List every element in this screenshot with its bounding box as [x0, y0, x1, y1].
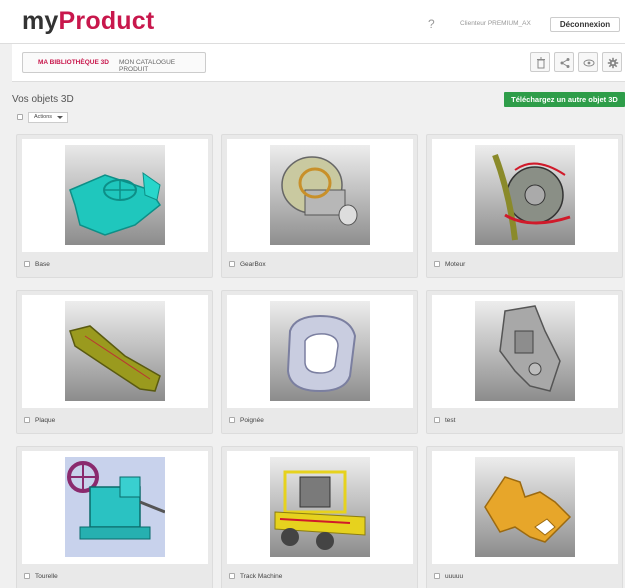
object-card-poignee[interactable]: Poignée	[221, 290, 418, 434]
object-checkbox[interactable]	[229, 573, 235, 579]
thumbnail-frame	[22, 451, 208, 564]
preview-button[interactable]	[578, 52, 598, 72]
thumbnail-frame	[22, 139, 208, 252]
app-logo[interactable]: myProduct	[22, 7, 154, 36]
object-name: uuuuu	[445, 573, 464, 580]
object-card-base[interactable]: Base	[16, 134, 213, 278]
trash-icon	[537, 57, 545, 69]
object-checkbox[interactable]	[229, 417, 235, 423]
poignee-model-thumbnail	[270, 301, 370, 401]
object-checkbox[interactable]	[434, 417, 440, 423]
thumbnail-frame	[432, 451, 618, 564]
uuuuu-model-thumbnail	[475, 457, 575, 557]
object-checkbox[interactable]	[229, 261, 235, 267]
settings-button[interactable]	[602, 52, 622, 72]
logout-button[interactable]: Déconnexion	[550, 17, 620, 32]
select-all-checkbox[interactable]	[17, 114, 23, 120]
moteur-model-thumbnail	[475, 145, 575, 245]
section-title: Vos objets 3D	[12, 94, 74, 105]
thumbnail-frame	[432, 295, 618, 408]
actions-label: Actions	[34, 114, 53, 120]
plaque-model-thumbnail	[65, 301, 165, 401]
gear-icon	[607, 57, 619, 69]
thumbnail-frame	[432, 139, 618, 252]
chevron-down-icon	[57, 116, 63, 119]
tourelle-model-thumbnail	[65, 457, 165, 557]
object-card-uuuuu[interactable]: uuuuu	[426, 446, 623, 588]
share-button[interactable]	[554, 52, 574, 72]
object-card-track-machine[interactable]: Track Machine	[221, 446, 418, 588]
actions-dropdown[interactable]: Actions	[28, 112, 68, 123]
base-model-thumbnail	[65, 145, 165, 245]
thumbnail-frame	[227, 139, 413, 252]
object-checkbox[interactable]	[24, 261, 30, 267]
object-name: Tourelle	[35, 573, 58, 580]
test-model-thumbnail	[475, 301, 575, 401]
track-machine-model-thumbnail	[270, 457, 370, 557]
help-icon[interactable]: ?	[428, 17, 435, 31]
object-card-plaque[interactable]: Plaque	[16, 290, 213, 434]
tab-catalog[interactable]: MON CATALOGUE PRODUIT	[119, 59, 205, 73]
object-name: Track Machine	[240, 573, 283, 580]
delete-button[interactable]	[530, 52, 550, 72]
object-name: Poignée	[240, 417, 264, 424]
object-name: Plaque	[35, 417, 56, 424]
sub-toolbar: MA BIBLIOTHÈQUE 3D MON CATALOGUE PRODUIT	[12, 44, 625, 82]
object-checkbox[interactable]	[24, 417, 30, 423]
tab-group: MA BIBLIOTHÈQUE 3D MON CATALOGUE PRODUIT	[22, 52, 206, 73]
object-checkbox[interactable]	[434, 261, 440, 267]
thumbnail-frame	[227, 295, 413, 408]
logo-suffix: Product	[58, 7, 155, 35]
logo-prefix: my	[22, 7, 59, 35]
eye-icon	[583, 59, 595, 67]
share-icon	[560, 58, 570, 68]
top-bar: myProduct ? Clienteur PREMIUM_AX Déconne…	[0, 0, 625, 44]
object-name: test	[445, 417, 456, 424]
object-name: Moteur	[445, 261, 466, 268]
object-card-gearbox[interactable]: GearBox	[221, 134, 418, 278]
object-checkbox[interactable]	[434, 573, 440, 579]
object-card-tourelle[interactable]: Tourelle	[16, 446, 213, 588]
object-card-moteur[interactable]: Moteur	[426, 134, 623, 278]
object-card-test[interactable]: test	[426, 290, 623, 434]
tab-library[interactable]: MA BIBLIOTHÈQUE 3D	[38, 59, 109, 66]
upload-object-button[interactable]: Téléchargez un autre objet 3D	[504, 92, 625, 107]
object-name: Base	[35, 261, 50, 268]
thumbnail-frame	[227, 451, 413, 564]
gearbox-model-thumbnail	[270, 145, 370, 245]
user-name: Clienteur PREMIUM_AX	[460, 20, 531, 27]
thumbnail-frame	[22, 295, 208, 408]
object-checkbox[interactable]	[24, 573, 30, 579]
object-name: GearBox	[240, 261, 266, 268]
